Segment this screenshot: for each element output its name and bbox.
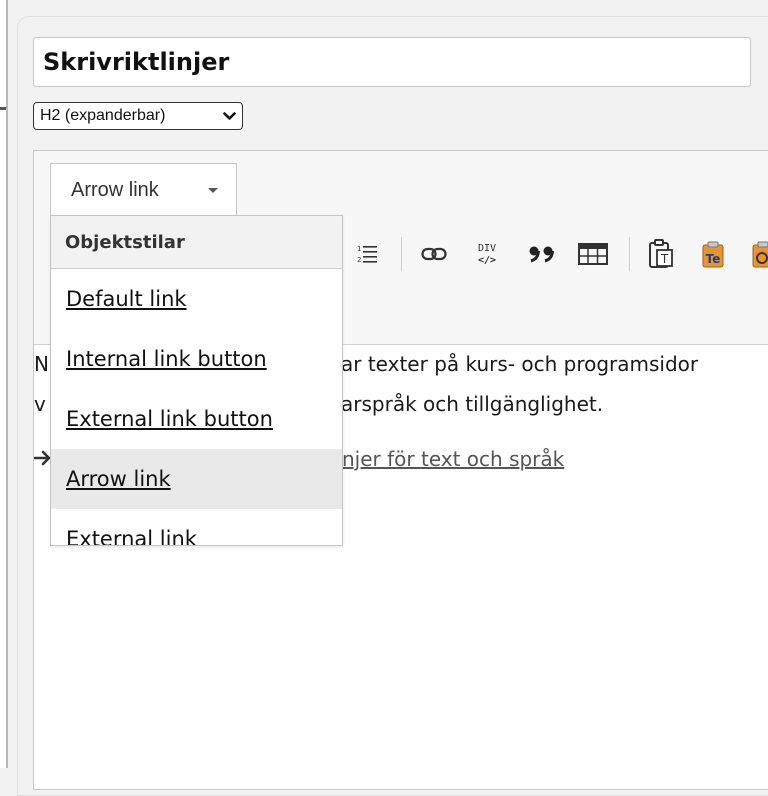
chevron-down-icon [223,109,236,124]
svg-text:DIV: DIV [478,243,496,254]
left-gutter [0,0,8,768]
dropdown-item-external-link[interactable]: External link [51,509,342,545]
caret-down-icon [208,188,218,193]
dropdown-group-header: Objektstilar [51,216,342,269]
dropdown-item-arrow-link[interactable]: Arrow link [51,449,342,509]
dropdown-item-internal-link-button[interactable]: Internal link button [51,329,342,389]
heading-level-select[interactable]: H2 (expanderbar) [33,102,243,130]
paste-word-icon[interactable]: Te [697,236,729,272]
toolbar-separator [401,237,402,271]
content-line-2-text: arspråk och tillgänglighet. [341,392,604,416]
styles-combo[interactable]: Arrow link [50,163,237,216]
blockquote-icon[interactable] [526,236,558,272]
svg-text:Te: Te [706,252,721,266]
link-icon[interactable] [419,236,449,272]
title-input[interactable] [33,37,751,87]
toolbar-separator [629,237,630,271]
div-icon[interactable]: DIV </> [472,236,502,272]
styles-combo-value: Arrow link [71,178,159,201]
gutter-marker [0,107,6,110]
content-line-1: N ar texter på kurs- och programsidor [34,352,698,376]
content-line-1-text: ar texter på kurs- och programsidor [341,352,699,376]
svg-text:</>: </> [478,255,496,266]
numbered-list-icon[interactable]: 1 2 [354,236,380,272]
paste-special-icon[interactable] [748,236,768,272]
svg-text:T: T [660,252,669,266]
paste-text-icon[interactable]: T [645,236,677,272]
content-line-1-lead: N [34,352,49,376]
styles-dropdown: Objektstilar Default link Internal link … [50,215,343,546]
content-line-2-lead: v [34,392,46,416]
content-arrow-link[interactable]: njer för text och språk [342,447,564,471]
svg-text:2: 2 [357,256,361,264]
content-line-2: v arspråk och tillgänglighet. [34,392,603,416]
svg-text:1: 1 [357,245,361,253]
heading-level-value: H2 (expanderbar) [40,107,166,124]
table-icon[interactable] [577,236,609,272]
dropdown-item-default-link[interactable]: Default link [51,269,342,329]
dropdown-item-external-link-button[interactable]: External link button [51,389,342,449]
